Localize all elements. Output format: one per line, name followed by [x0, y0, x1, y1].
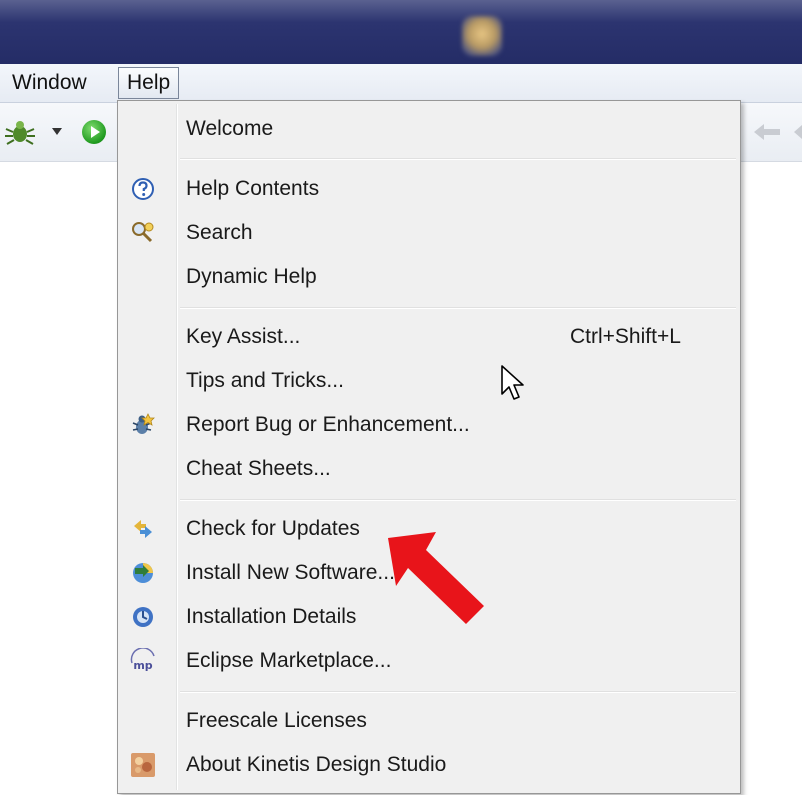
menu-separator: [180, 158, 736, 160]
debug-dropdown-icon[interactable]: [52, 128, 62, 135]
menu-item-tips-and-tricks[interactable]: Tips and Tricks...: [118, 361, 740, 401]
menu-item-label: Search: [186, 221, 253, 244]
menu-item-search[interactable]: Search: [118, 213, 740, 253]
menu-item-label: Welcome: [186, 117, 274, 140]
installation-details-icon: [133, 607, 153, 627]
menu-item-freescale-licenses[interactable]: Freescale Licenses: [118, 701, 740, 741]
menu-item-label: Report Bug or Enhancement...: [186, 413, 470, 436]
run-icon[interactable]: [82, 120, 106, 144]
menu-item-label: Cheat Sheets...: [186, 457, 331, 480]
menu-item-label: Eclipse Marketplace...: [186, 649, 392, 672]
check-updates-icon: [134, 520, 152, 538]
help-menu-popup: Welcome Help Contents Search Dynamic Hel…: [117, 100, 741, 794]
menu-item-label: Tips and Tricks...: [186, 369, 344, 392]
svg-text:mp: mp: [133, 659, 152, 672]
menu-separator: [180, 691, 736, 693]
menu-window[interactable]: Window: [12, 70, 87, 96]
back-arrow-icon[interactable]: [752, 121, 784, 143]
menu-item-report-bug[interactable]: Report Bug or Enhancement...: [118, 405, 740, 445]
annotation-arrow-icon: [388, 532, 484, 624]
menu-item-label: Dynamic Help: [186, 265, 317, 288]
help-contents-icon: [132, 178, 154, 200]
menu-item-label: About Kinetis Design Studio: [186, 753, 447, 776]
debug-icon[interactable]: [4, 119, 36, 147]
menubar: Window Help: [0, 64, 802, 103]
menu-item-label: Key Assist...: [186, 325, 301, 348]
menu-separator: [180, 307, 736, 309]
menu-item-label: Help Contents: [186, 177, 320, 200]
forward-arrow-icon[interactable]: [792, 121, 802, 143]
menu-item-about-kinetis[interactable]: About Kinetis Design Studio: [118, 745, 740, 785]
menu-item-eclipse-marketplace[interactable]: mp Eclipse Marketplace...: [118, 641, 740, 681]
menu-item-label: Installation Details: [186, 605, 357, 628]
menu-item-dynamic-help[interactable]: Dynamic Help: [118, 257, 740, 297]
menu-item-key-assist[interactable]: Key Assist... Ctrl+Shift+L: [118, 317, 740, 357]
kinetis-logo-icon: [131, 753, 155, 777]
mouse-cursor-icon: [501, 365, 524, 400]
window-titlebar: [0, 0, 802, 64]
menu-item-cheat-sheets[interactable]: Cheat Sheets...: [118, 449, 740, 489]
install-software-icon: [133, 563, 153, 583]
menu-item-shortcut: Ctrl+Shift+L: [570, 325, 681, 348]
menu-item-label: Check for Updates: [186, 517, 360, 540]
report-bug-icon: [132, 413, 155, 434]
marketplace-icon: mp: [130, 648, 155, 672]
menu-item-help-contents[interactable]: Help Contents: [118, 169, 740, 209]
search-icon: [132, 222, 154, 243]
menu-item-label: Install New Software...: [186, 561, 395, 584]
app-title-icon: [462, 16, 502, 56]
menu-separator: [180, 499, 736, 501]
menu-item-welcome[interactable]: Welcome: [118, 109, 740, 149]
menu-help[interactable]: Help: [118, 67, 180, 99]
menu-item-label: Freescale Licenses: [186, 709, 367, 732]
